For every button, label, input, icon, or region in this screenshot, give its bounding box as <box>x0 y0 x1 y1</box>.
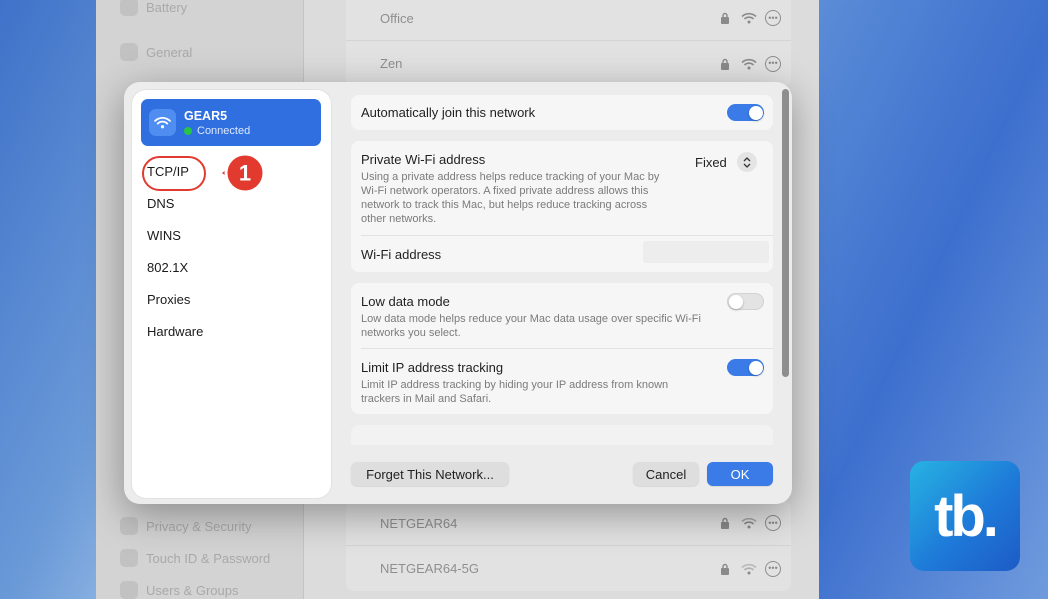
next-card-partial <box>351 425 773 445</box>
limit-ip-toggle[interactable] <box>727 359 764 376</box>
network-row[interactable]: Zen ••• <box>346 41 791 86</box>
network-name: GEAR5 <box>184 108 228 123</box>
highlight-annotation <box>142 156 206 191</box>
low-data-toggle[interactable] <box>727 293 764 310</box>
users-icon <box>120 581 138 599</box>
hand-icon <box>120 517 138 535</box>
network-status: Connected <box>184 125 250 137</box>
tb-logo-text: tb. <box>934 483 999 549</box>
tb-logo: tb. <box>910 461 1020 571</box>
lock-icon <box>717 561 733 577</box>
wifi-icon <box>149 109 176 136</box>
forget-network-button[interactable]: Forget This Network... <box>351 462 509 486</box>
auto-join-label: Automatically join this network <box>361 105 536 120</box>
limit-ip-description: Limit IP address tracking by hiding your… <box>361 379 669 405</box>
chevron-updown-icon <box>736 152 757 172</box>
bg-sidebar-item-privacy[interactable]: Privacy & Security <box>120 514 251 538</box>
bg-sidebar-item-general[interactable]: General <box>120 40 192 64</box>
wifi-icon <box>741 515 757 531</box>
cancel-button[interactable]: Cancel <box>633 462 699 486</box>
sidebar-item-hardware[interactable]: Hardware <box>147 321 203 341</box>
private-address-card: Private Wi-Fi address Using a private ad… <box>351 141 773 272</box>
ok-button[interactable]: OK <box>707 462 773 486</box>
wifi-address-label: Wi-Fi address <box>361 247 442 262</box>
wifi-icon <box>741 56 757 72</box>
bg-network-list-top: Office ••• Zen ••• <box>346 0 791 86</box>
battery-icon <box>120 0 138 16</box>
auto-join-toggle[interactable] <box>727 104 764 121</box>
selected-network[interactable]: GEAR5 Connected <box>141 99 321 146</box>
wifi-icon <box>741 561 757 577</box>
lock-icon <box>717 515 733 531</box>
connected-dot-icon <box>184 126 192 135</box>
private-address-select[interactable]: Fixed <box>695 152 757 172</box>
network-row[interactable]: NETGEAR64 ••• <box>346 501 791 546</box>
auto-join-card: Automatically join this network <box>351 95 773 130</box>
more-options-icon[interactable]: ••• <box>765 10 781 26</box>
sidebar-item-wins[interactable]: WINS <box>147 225 181 245</box>
dialog-scrollbar[interactable] <box>780 89 790 439</box>
private-address-description: Using a private address helps reduce tra… <box>361 171 660 225</box>
lock-icon <box>717 56 733 72</box>
network-details-dialog: GEAR5 Connected TCP/IP DNS WINS 802.1X P… <box>124 82 792 504</box>
limit-ip-label: Limit IP address tracking <box>361 360 504 375</box>
wifi-icon <box>741 10 757 26</box>
gear-icon <box>120 43 138 61</box>
network-row[interactable]: Office ••• <box>346 0 791 41</box>
private-address-label: Private Wi-Fi address <box>361 152 486 167</box>
bg-network-list-bottom: NETGEAR64 ••• NETGEAR64-5G ••• <box>346 501 791 591</box>
scroll-thumb[interactable] <box>782 89 789 377</box>
bg-sidebar-item-users[interactable]: Users & Groups <box>120 578 238 599</box>
more-options-icon[interactable]: ••• <box>765 515 781 531</box>
data-tracking-card: Low data mode Low data mode helps reduce… <box>351 283 773 414</box>
bg-sidebar-item-battery[interactable]: Battery <box>120 0 187 19</box>
sidebar-item-8021x[interactable]: 802.1X <box>147 257 188 277</box>
sidebar-item-proxies[interactable]: Proxies <box>147 289 190 309</box>
more-options-icon[interactable]: ••• <box>765 55 781 72</box>
sidebar-item-dns[interactable]: DNS <box>147 193 174 213</box>
callout-badge-icon: 1 <box>222 152 265 194</box>
more-options-icon[interactable]: ••• <box>765 560 781 577</box>
wifi-address-value-redacted <box>643 241 769 263</box>
lock-icon <box>717 10 733 26</box>
dialog-sidebar: GEAR5 Connected TCP/IP DNS WINS 802.1X P… <box>132 90 331 498</box>
bg-sidebar-item-touchid[interactable]: Touch ID & Password <box>120 546 270 570</box>
fingerprint-icon <box>120 549 138 567</box>
low-data-label: Low data mode <box>361 294 450 309</box>
network-row[interactable]: NETGEAR64-5G ••• <box>346 546 791 591</box>
callout-number: 1 <box>239 161 251 186</box>
low-data-description: Low data mode helps reduce your Mac data… <box>361 313 701 339</box>
